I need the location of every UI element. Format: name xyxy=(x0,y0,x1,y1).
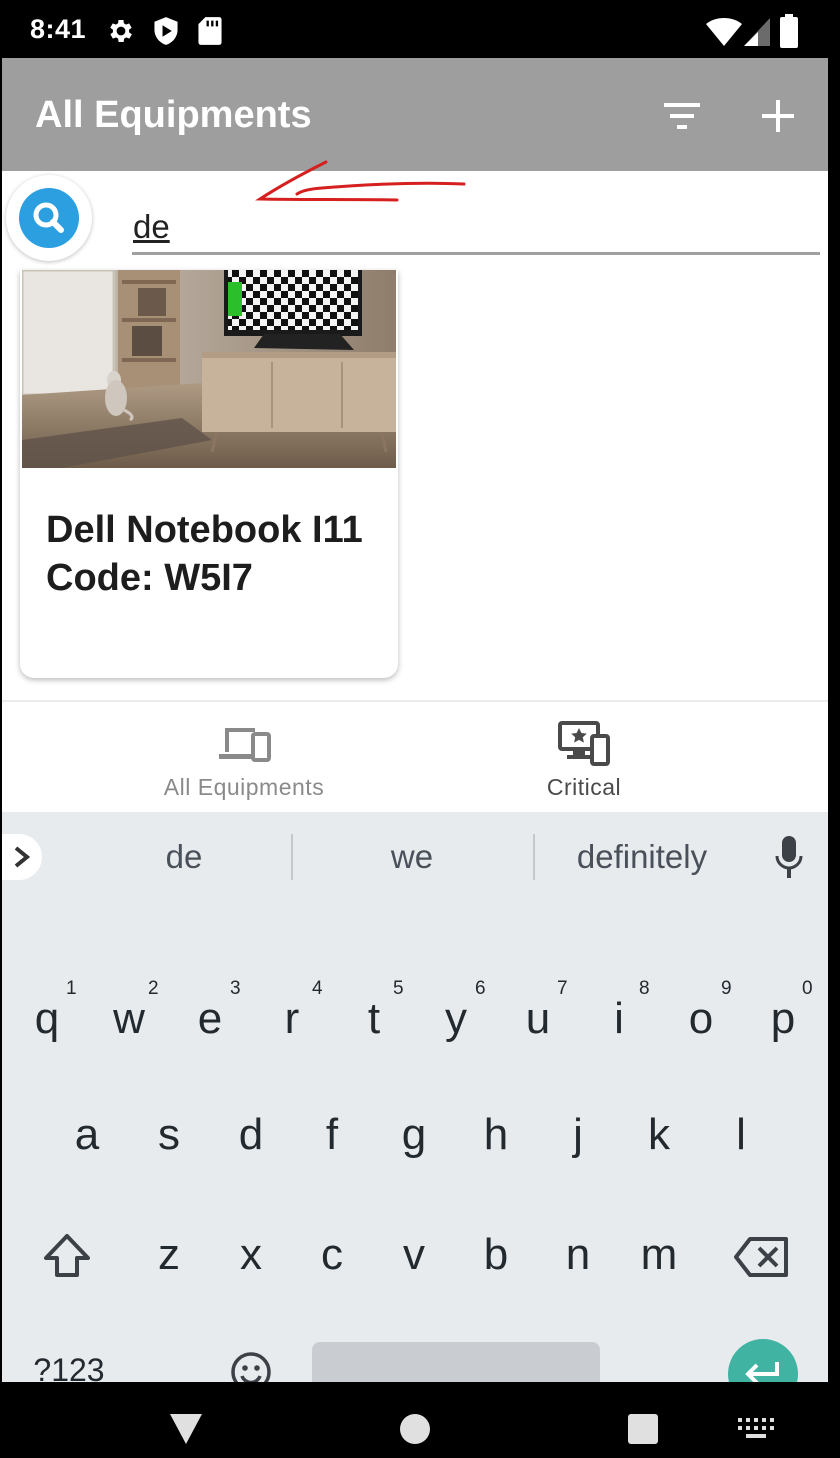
equipment-image xyxy=(22,270,396,468)
nav-all-equipments-label: All Equipments xyxy=(163,774,325,800)
key-f[interactable]: f xyxy=(292,1110,372,1160)
gear-icon xyxy=(110,20,132,42)
suggestion-divider xyxy=(291,834,293,880)
suggestion-2[interactable]: we xyxy=(332,838,492,876)
filter-button[interactable] xyxy=(654,88,710,144)
key-q[interactable]: q xyxy=(7,994,87,1044)
search-button-circle xyxy=(19,188,79,248)
devices-star-icon xyxy=(558,721,610,766)
bottom-navigation: All Equipments Critical xyxy=(2,700,828,812)
key-hint: 7 xyxy=(557,978,568,999)
search-icon xyxy=(33,202,64,233)
key-g[interactable]: g xyxy=(374,1110,454,1160)
key-e[interactable]: e xyxy=(170,994,250,1044)
symbols-key[interactable]: ?123 xyxy=(24,1352,114,1382)
key-m[interactable]: m xyxy=(619,1230,699,1280)
key-o[interactable]: o xyxy=(661,994,741,1044)
key-h[interactable]: h xyxy=(456,1110,536,1160)
keyboard-switch-icon[interactable] xyxy=(738,1418,776,1440)
key-d[interactable]: d xyxy=(211,1110,291,1160)
key-j[interactable]: j xyxy=(538,1110,618,1160)
key-i[interactable]: i xyxy=(579,994,659,1044)
wifi-icon xyxy=(706,18,742,46)
enter-icon xyxy=(745,1362,779,1382)
system-navigation-bar xyxy=(0,1382,840,1458)
key-hint: 9 xyxy=(721,978,732,999)
add-equipment-button[interactable] xyxy=(750,88,806,144)
key-a[interactable]: a xyxy=(47,1110,127,1160)
battery-icon xyxy=(780,14,798,48)
soft-keyboard: de we definitely q w e r t y u i o p 1 2… xyxy=(2,812,828,1382)
key-hint: 2 xyxy=(148,978,159,999)
status-bar: 8:41 xyxy=(0,0,840,60)
key-u[interactable]: u xyxy=(498,994,578,1044)
key-c[interactable]: c xyxy=(292,1230,372,1280)
key-s[interactable]: s xyxy=(129,1110,209,1160)
app-window: All Equipments de Dell Notebook I11 Code… xyxy=(2,58,828,1382)
equipment-card[interactable]: Dell Notebook I11 Code: W5I7 xyxy=(20,270,398,678)
key-hint: 6 xyxy=(475,978,486,999)
key-l[interactable]: l xyxy=(701,1110,781,1160)
suggestion-bar: de we definitely xyxy=(2,812,828,902)
key-v[interactable]: v xyxy=(374,1230,454,1280)
key-period[interactable]: . xyxy=(620,1352,700,1382)
app-bar: All Equipments xyxy=(2,58,828,171)
key-hint: 0 xyxy=(802,978,813,999)
key-y[interactable]: y xyxy=(416,994,496,1044)
shield-play-icon xyxy=(154,17,178,45)
key-hint: 5 xyxy=(393,978,404,999)
key-b[interactable]: b xyxy=(456,1230,536,1280)
nav-critical[interactable]: Critical xyxy=(434,702,734,814)
key-t[interactable]: t xyxy=(334,994,414,1044)
suggestion-1[interactable]: de xyxy=(104,838,264,876)
devices-icon xyxy=(219,728,271,762)
key-k[interactable]: k xyxy=(619,1110,699,1160)
key-z[interactable]: z xyxy=(129,1230,209,1280)
equipment-card-text: Dell Notebook I11 Code: W5I7 xyxy=(46,506,376,602)
equipment-code: Code: W5I7 xyxy=(46,557,253,599)
nav-all-equipments[interactable]: All Equipments xyxy=(94,702,394,814)
keyboard-expand-button[interactable] xyxy=(2,834,42,880)
back-icon[interactable] xyxy=(168,1412,204,1446)
add-icon xyxy=(762,100,794,132)
home-icon[interactable] xyxy=(398,1412,432,1446)
recents-icon[interactable] xyxy=(626,1412,660,1446)
search-button[interactable] xyxy=(6,175,92,261)
key-hint: 1 xyxy=(66,978,77,999)
key-hint: 4 xyxy=(312,978,323,999)
key-x[interactable]: x xyxy=(211,1230,291,1280)
sd-card-icon xyxy=(198,17,222,45)
enter-key[interactable] xyxy=(728,1339,798,1382)
page-title: All Equipments xyxy=(35,94,312,136)
microphone-icon[interactable] xyxy=(774,836,804,880)
phone-screen: 8:41 All Equipments de Dell Notebook I11… xyxy=(0,0,840,1458)
equipment-name: Dell Notebook I11 xyxy=(46,509,363,551)
suggestion-3[interactable]: definitely xyxy=(552,838,732,876)
annotation-arrow-icon xyxy=(255,160,466,202)
nav-critical-label: Critical xyxy=(546,774,622,800)
shift-key-icon[interactable] xyxy=(42,1232,92,1280)
space-key[interactable] xyxy=(312,1342,600,1382)
emoji-icon[interactable] xyxy=(230,1351,272,1382)
chevron-right-icon xyxy=(14,846,31,868)
key-comma[interactable]: , xyxy=(132,1350,212,1382)
backspace-key-icon[interactable] xyxy=(734,1236,790,1278)
key-r[interactable]: r xyxy=(252,994,332,1044)
search-input[interactable] xyxy=(132,201,820,255)
key-w[interactable]: w xyxy=(89,994,169,1044)
key-p[interactable]: p xyxy=(743,994,823,1044)
filter-icon xyxy=(664,103,700,129)
suggestion-divider xyxy=(533,834,535,880)
key-hint: 3 xyxy=(230,978,241,999)
cell-signal-icon xyxy=(744,18,770,46)
status-time: 8:41 xyxy=(30,14,87,44)
key-hint: 8 xyxy=(639,978,650,999)
key-n[interactable]: n xyxy=(538,1230,618,1280)
